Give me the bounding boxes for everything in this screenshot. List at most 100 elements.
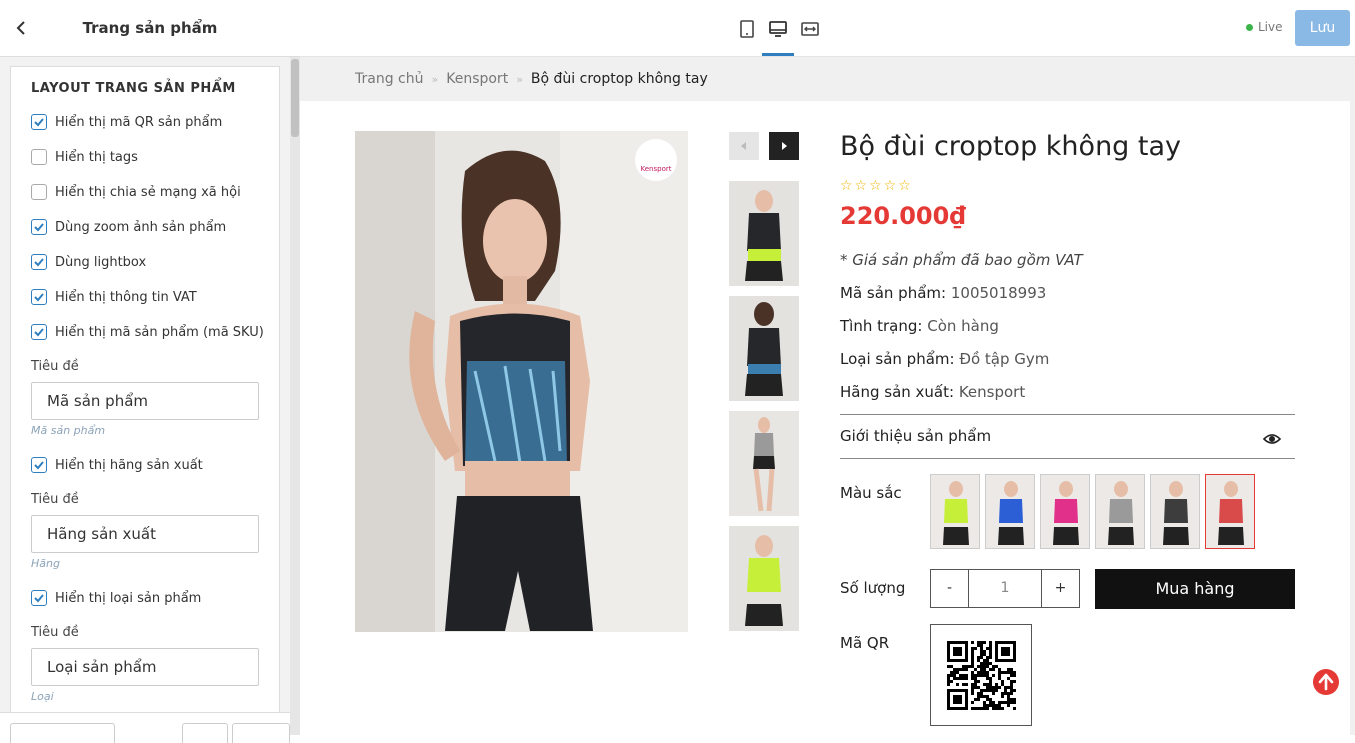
checkbox[interactable] [31, 254, 47, 270]
breadcrumb-home[interactable]: Trang chủ [355, 71, 423, 87]
color-label: Màu sắc [840, 484, 902, 502]
product-thumbnail[interactable] [729, 411, 799, 516]
product-price: 220.000₫ [840, 202, 967, 230]
save-button[interactable]: Lưu [1295, 10, 1350, 46]
breadcrumb-separator: » [431, 73, 439, 86]
option-show-type[interactable]: Hiển thị loại sản phẩm [31, 589, 201, 607]
checkbox[interactable] [31, 149, 47, 165]
color-swatch[interactable] [1150, 474, 1200, 549]
footer-button[interactable] [10, 723, 115, 743]
option-label: Hiển thị mã sản phẩm (mã SKU) [55, 324, 264, 340]
quantity-stepper: - 1 + [930, 569, 1080, 608]
sidebar-scrollbar[interactable] [290, 57, 300, 735]
type-title-input[interactable]: Loại sản phẩm [31, 648, 259, 686]
breadcrumb-category[interactable]: Kensport [446, 71, 508, 87]
checkbox[interactable] [31, 219, 47, 235]
main-product-image[interactable]: Kensport [355, 131, 688, 632]
option-show-vendor[interactable]: Hiển thị hãng sản xuất [31, 456, 203, 474]
color-swatch[interactable] [930, 474, 980, 549]
brand-logo: Kensport [635, 139, 677, 181]
desktop-view-button[interactable] [762, 14, 794, 56]
option-show-social-share[interactable]: Hiển thị chia sẻ mạng xã hội [31, 183, 241, 201]
option-label: Dùng zoom ảnh sản phẩm [55, 219, 227, 235]
sidebar-footer [0, 712, 290, 743]
type-row: Loại sản phẩm: Đồ tập Gym [840, 350, 1049, 368]
divider [840, 414, 1295, 415]
checkbox[interactable] [31, 324, 47, 340]
thumb-prev-button[interactable] [729, 132, 759, 160]
status-dot [1246, 23, 1253, 31]
logo-text: Kensport [640, 165, 672, 173]
product-title: Bộ đùi croptop không tay [840, 131, 1182, 162]
buy-button[interactable]: Mua hàng [1095, 569, 1295, 609]
type-title-label: Tiêu đề [31, 625, 79, 640]
fullwidth-view-button[interactable] [794, 14, 826, 56]
thumbnail-photo [729, 526, 799, 631]
fullwidth-icon [801, 22, 819, 36]
layout-settings-panel: LAYOUT TRANG SẢN PHẨM Hiển thị mã QR sản… [10, 66, 280, 735]
color-swatch[interactable] [1095, 474, 1145, 549]
product-intro-toggle[interactable]: Giới thiệu sản phẩm [840, 427, 991, 445]
checkbox[interactable] [31, 114, 47, 130]
qty-input[interactable]: 1 [969, 570, 1041, 607]
sidebar-title: Trang sản phẩm [82, 19, 218, 37]
status-value: Còn hàng [927, 317, 999, 335]
checkbox[interactable] [31, 457, 47, 473]
option-show-vat[interactable]: Hiển thị thông tin VAT [31, 288, 197, 306]
sku-label: Mã sản phẩm: [840, 284, 947, 302]
live-status: Live [1246, 20, 1283, 34]
sku-title-label: Tiêu đề [31, 359, 79, 374]
product-thumbnail[interactable] [729, 296, 799, 401]
thumb-next-button[interactable] [769, 132, 799, 160]
option-lightbox[interactable]: Dùng lightbox [31, 253, 146, 271]
color-swatch[interactable] [985, 474, 1035, 549]
rating-stars[interactable]: ☆☆☆☆☆ [840, 178, 913, 194]
settings-sidebar: Trang sản phẩm LAYOUT TRANG SẢN PHẨM Hiể… [0, 0, 300, 743]
vendor-title-label: Tiêu đề [31, 492, 79, 507]
chevron-left-icon [741, 142, 746, 150]
breadcrumb-separator: » [516, 73, 523, 86]
checkbox[interactable] [31, 590, 47, 606]
product-thumbnail[interactable] [729, 526, 799, 631]
qr-label: Mã QR [840, 634, 890, 652]
thumbnail-photo [729, 411, 799, 516]
scroll-to-top-icon[interactable] [1312, 668, 1340, 696]
checkbox[interactable] [31, 184, 47, 200]
color-swatch-selected[interactable] [1205, 474, 1255, 549]
section-title: LAYOUT TRANG SẢN PHẨM [31, 81, 236, 96]
option-show-sku[interactable]: Hiển thị mã sản phẩm (mã SKU) [31, 323, 264, 341]
breadcrumb: Trang chủ » Kensport » Bộ đùi croptop không … [300, 57, 1350, 101]
vendor-title-input[interactable]: Hãng sản xuất [31, 515, 259, 553]
sku-title-input[interactable]: Mã sản phẩm [31, 382, 259, 420]
mobile-view-button[interactable] [731, 14, 763, 56]
footer-button[interactable] [182, 723, 228, 743]
scrollbar-thumb[interactable] [291, 59, 299, 137]
sku-value: 1005018993 [950, 284, 1047, 302]
qty-plus-button[interactable]: + [1041, 570, 1079, 607]
qr-code [930, 624, 1032, 726]
vendor-title-hint: Hãng [31, 557, 60, 570]
footer-button[interactable] [232, 723, 290, 743]
status-row: Tình trạng: Còn hàng [840, 317, 999, 335]
checkbox[interactable] [31, 289, 47, 305]
option-label: Hiển thị mã QR sản phẩm [55, 114, 223, 130]
chevron-right-icon [782, 142, 787, 150]
editor-topbar: Live Lưu [300, 0, 1355, 57]
option-show-tags[interactable]: Hiển thị tags [31, 148, 138, 166]
back-icon[interactable] [12, 18, 32, 38]
sku-row: Mã sản phẩm: 1005018993 [840, 284, 1046, 302]
option-label: Dùng lightbox [55, 254, 147, 270]
quantity-label: Số lượng [840, 579, 906, 597]
vendor-row: Hãng sản xuất: Kensport [840, 383, 1025, 401]
product-thumbnail[interactable] [729, 181, 799, 286]
vendor-value[interactable]: Kensport [959, 383, 1025, 401]
option-show-qr[interactable]: Hiển thị mã QR sản phẩm [31, 113, 222, 131]
preview-scrollbar[interactable] [1350, 57, 1355, 735]
qty-minus-button[interactable]: - [931, 570, 969, 607]
option-label: Hiển thị tags [55, 149, 138, 165]
eye-icon[interactable] [1262, 431, 1282, 450]
option-zoom[interactable]: Dùng zoom ảnh sản phẩm [31, 218, 226, 236]
type-title-hint: Loại [31, 690, 54, 703]
color-swatch[interactable] [1040, 474, 1090, 549]
type-label: Loại sản phẩm: [840, 350, 955, 368]
